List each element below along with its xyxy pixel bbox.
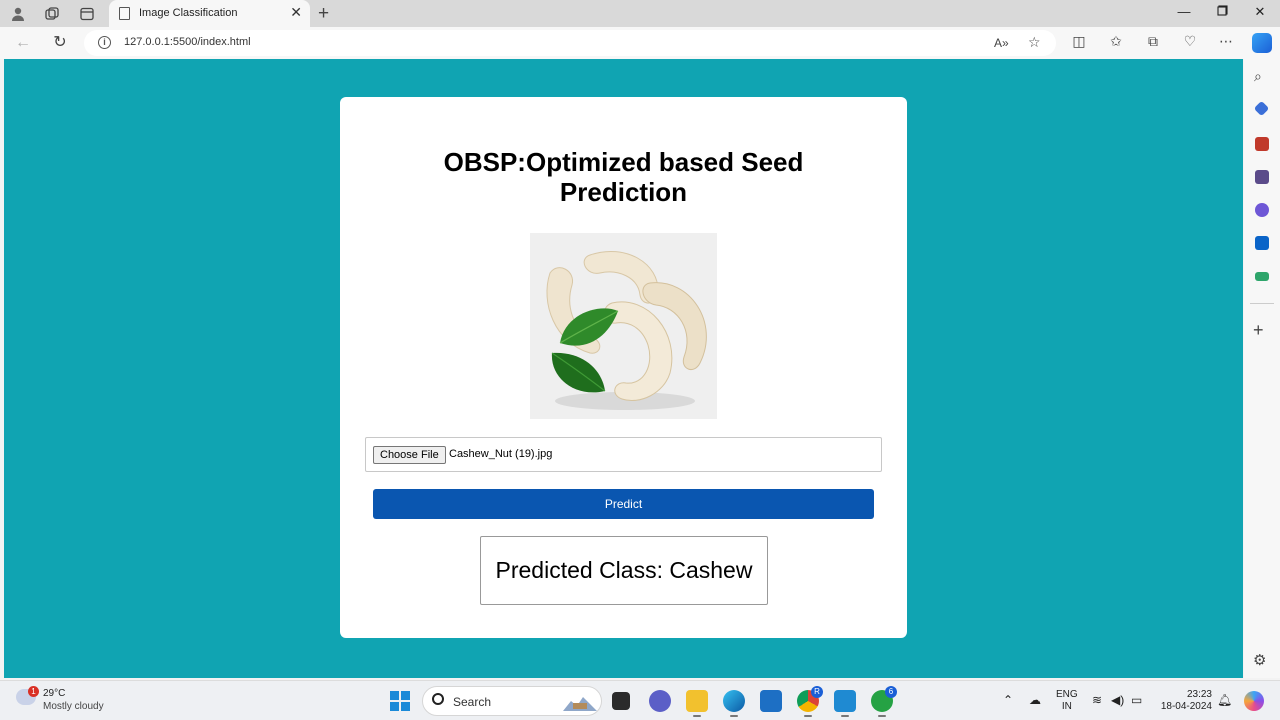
page-viewport: OBSP:Optimized based Seed Prediction Cho…: [4, 59, 1243, 678]
taskbar-search[interactable]: Search: [422, 686, 602, 716]
microsoft-store-icon[interactable]: [760, 690, 782, 712]
tools-icon[interactable]: [1255, 137, 1269, 151]
add-sidebar-app-icon[interactable]: +: [1253, 320, 1264, 341]
edge-browser-icon[interactable]: [723, 690, 745, 717]
volume-icon[interactable]: ◀): [1111, 693, 1124, 707]
search-highlight-icon: [563, 697, 597, 711]
outlook-icon[interactable]: [1255, 236, 1269, 250]
wifi-icon[interactable]: ≋: [1092, 693, 1102, 707]
close-tab-icon[interactable]: ✕: [290, 4, 302, 21]
page-title: OBSP:Optimized based Seed Prediction: [443, 147, 804, 207]
profile-icon[interactable]: [9, 5, 27, 23]
teams-chat-icon[interactable]: [649, 690, 671, 712]
favorites-icon[interactable]: ✩: [1106, 33, 1126, 50]
prediction-result: Predicted Class: Cashew: [480, 536, 768, 605]
battery-icon[interactable]: ▭: [1131, 693, 1142, 707]
weather-notification-badge: 1: [28, 686, 39, 697]
games-icon[interactable]: [1255, 170, 1269, 184]
back-icon[interactable]: ←: [13, 33, 33, 53]
url-text[interactable]: 127.0.0.1:5500/index.html: [124, 36, 251, 48]
copilot-taskbar-icon[interactable]: [1244, 691, 1264, 711]
shopping-icon[interactable]: [1253, 100, 1270, 117]
site-info-icon[interactable]: i: [98, 36, 111, 49]
start-button[interactable]: [390, 691, 410, 711]
vscode-icon[interactable]: [834, 690, 856, 717]
minimize-icon[interactable]: —: [1174, 4, 1194, 19]
edge-sidebar: ⌕ + ⚙: [1244, 59, 1280, 678]
browser-title-bar: Image Classification ✕ + — ✕: [0, 0, 1280, 27]
browser-tab-active[interactable]: Image Classification ✕: [109, 0, 310, 27]
uploaded-image-preview: [530, 233, 717, 419]
chrome-icon[interactable]: R: [797, 686, 823, 717]
close-window-icon[interactable]: ✕: [1250, 4, 1270, 20]
tab-title: Image Classification: [139, 7, 238, 19]
sidebar-settings-icon[interactable]: ⚙: [1253, 651, 1266, 669]
search-icon: [432, 693, 444, 705]
refresh-icon[interactable]: ↻: [50, 33, 70, 53]
page-icon: [119, 7, 130, 20]
maximize-icon[interactable]: [1212, 4, 1232, 19]
onedrive-icon[interactable]: ☁: [1029, 693, 1041, 707]
clock-date: 18-04-2024: [1160, 701, 1212, 712]
language-indicator[interactable]: ENG IN: [1056, 689, 1078, 713]
search-icon[interactable]: ⌕: [1254, 68, 1262, 85]
collections-icon[interactable]: ⧉: [1143, 33, 1163, 50]
whatsapp-badge: 6: [885, 686, 897, 698]
clock[interactable]: 23:23 18-04-2024: [1156, 689, 1212, 713]
notifications-icon[interactable]: 🔔︎: [1217, 693, 1232, 707]
address-toolbar: ← ↻ i 127.0.0.1:5500/index.html A» ☆ ◫ ✩…: [0, 27, 1280, 59]
windows-taskbar: 1 29°C Mostly cloudy Search R 6 ⌃ ☁ ENG …: [0, 680, 1280, 720]
language-code: ENG: [1056, 689, 1078, 700]
read-aloud-icon[interactable]: A»: [994, 36, 1009, 50]
microsoft-365-icon[interactable]: [1255, 203, 1269, 217]
cashew-image: [530, 233, 717, 419]
drop-icon[interactable]: [1255, 272, 1269, 281]
selected-file-name: Cashew_Nut (19).jpg: [449, 448, 553, 460]
weather-description[interactable]: Mostly cloudy: [43, 701, 104, 712]
browser-essentials-icon[interactable]: ♡: [1180, 33, 1200, 50]
show-hidden-icons[interactable]: ⌃: [1003, 693, 1013, 707]
address-bar[interactable]: i 127.0.0.1:5500/index.html A» ☆: [84, 30, 1056, 56]
new-tab-icon[interactable]: +: [318, 3, 329, 25]
search-label: Search: [453, 695, 492, 709]
tab-actions-icon[interactable]: [78, 5, 96, 23]
chrome-profile-badge: R: [811, 686, 823, 698]
weather-temperature[interactable]: 29°C: [43, 688, 65, 699]
classification-card: OBSP:Optimized based Seed Prediction Cho…: [340, 97, 907, 638]
more-options-icon[interactable]: ⋯: [1216, 33, 1236, 50]
whatsapp-icon[interactable]: 6: [871, 686, 897, 717]
favorite-star-icon[interactable]: ☆: [1028, 34, 1041, 51]
clock-time: 23:23: [1186, 689, 1212, 700]
sidebar-divider: [1250, 303, 1274, 304]
split-screen-icon[interactable]: ◫: [1069, 33, 1089, 50]
region-code: IN: [1061, 701, 1072, 712]
choose-file-button[interactable]: Choose File: [373, 446, 446, 464]
file-upload-field[interactable]: Choose File Cashew_Nut (19).jpg: [365, 437, 882, 472]
copilot-icon[interactable]: [1252, 33, 1272, 53]
task-view-icon[interactable]: [612, 692, 630, 710]
file-explorer-icon[interactable]: [686, 690, 708, 717]
workspaces-icon[interactable]: [43, 5, 61, 23]
predict-button[interactable]: Predict: [373, 489, 874, 519]
